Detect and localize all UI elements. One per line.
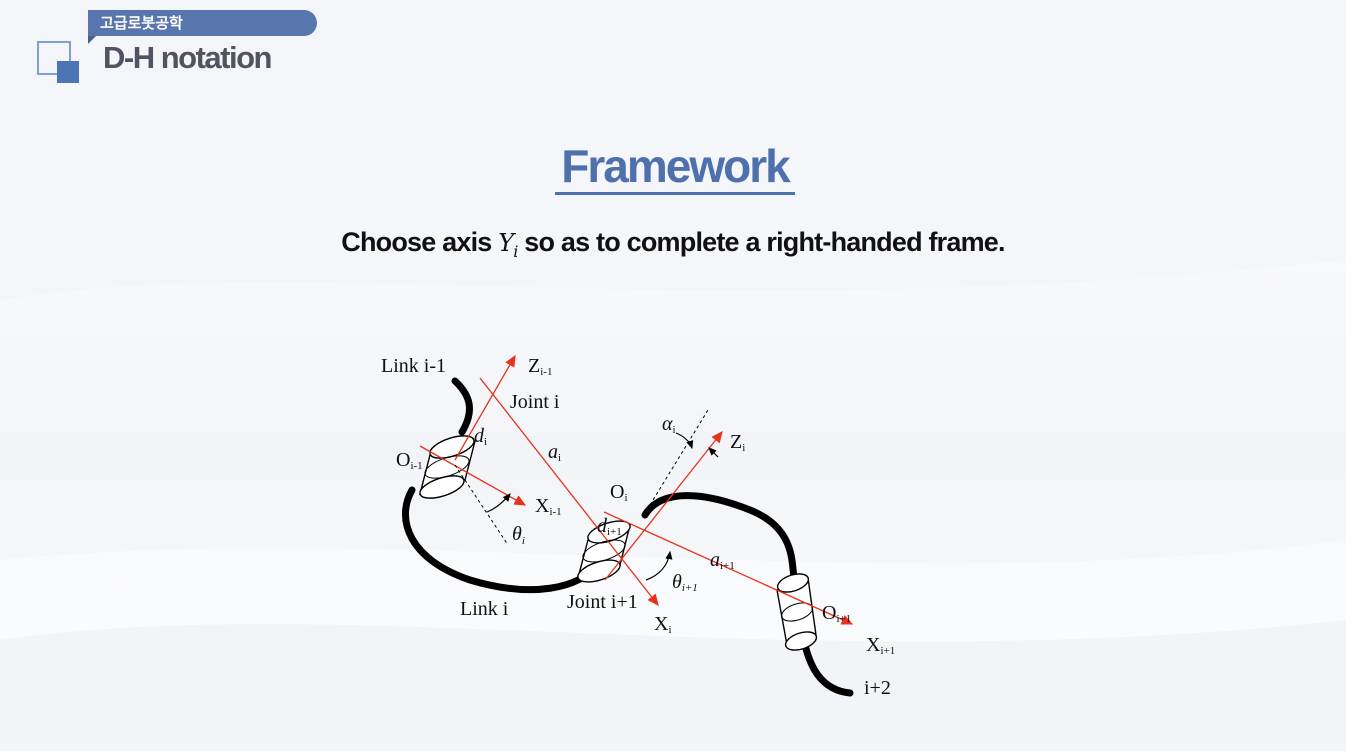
link-prev-curve xyxy=(451,377,473,436)
link-next2-curve xyxy=(801,641,854,697)
label-theta-i: θi xyxy=(512,523,525,547)
label-joint-next: Joint i+1 xyxy=(567,591,638,613)
label-z-i: Zi xyxy=(730,431,745,454)
label-o-next: Oi+1 xyxy=(822,602,851,625)
z-i-pointer xyxy=(708,447,719,458)
label-theta-next: θi+1 xyxy=(672,571,698,594)
label-o-i: Oi xyxy=(610,481,628,504)
label-joint-i: Joint i xyxy=(510,391,560,413)
label-alpha-i: αi xyxy=(662,413,676,436)
label-x-next: Xi+1 xyxy=(866,634,895,657)
label-z-prev: Zi-1 xyxy=(528,355,552,378)
alpha-i-dashed xyxy=(649,409,709,506)
alpha-i-arc xyxy=(675,432,694,450)
common-normal-a-i xyxy=(479,377,659,607)
label-link-prev: Link i-1 xyxy=(381,355,446,377)
theta-i-dashed xyxy=(454,464,509,546)
label-x-prev: Xi-1 xyxy=(535,495,562,518)
label-x-i: Xi xyxy=(654,613,672,636)
label-a-i: ai xyxy=(548,441,561,464)
dh-diagram: Link i-1 Zi-1 Joint i di Oi-1 ai αi Zi X… xyxy=(381,354,895,699)
joint-prev-cylinder xyxy=(419,435,476,499)
theta-i-arc xyxy=(486,493,511,513)
label-link-next: i+2 xyxy=(864,677,891,699)
link-i-curve xyxy=(401,486,604,594)
joint-next-cylinder xyxy=(776,573,818,651)
theta-next-arc xyxy=(645,550,673,581)
label-a-next: ai+1 xyxy=(710,549,735,572)
label-d-i: di xyxy=(474,425,487,448)
label-link-i: Link i xyxy=(460,598,509,620)
label-o-prev: Oi-1 xyxy=(396,449,423,472)
